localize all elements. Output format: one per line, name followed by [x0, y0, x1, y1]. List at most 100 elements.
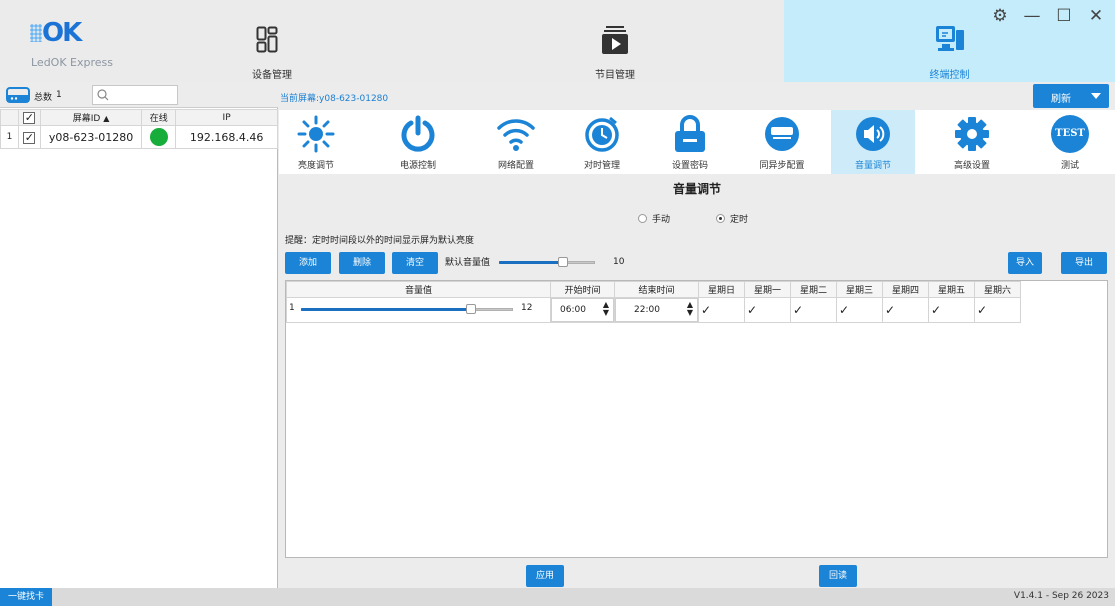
function-advanced[interactable]: 高级设置 [935, 110, 1009, 174]
row-checkbox[interactable]: ✓ [17, 125, 41, 149]
spin-arrows-icon: ▲ ▼ [602, 300, 609, 317]
day-checkbox-wed[interactable]: ✓ [836, 297, 883, 323]
delete-button[interactable]: 删除 [339, 252, 385, 274]
function-label: 设置密码 [671, 161, 708, 171]
tab-label: 节目管理 [595, 70, 635, 81]
function-label: 网络配置 [497, 161, 534, 171]
find-card-button[interactable]: 一键找卡 [0, 588, 52, 606]
import-button[interactable]: 导入 [1008, 252, 1042, 274]
day-checkbox-fri[interactable]: ✓ [928, 297, 975, 323]
close-button[interactable]: ✕ [1085, 4, 1107, 28]
function-toolbar: 亮度调节 电源控制 网络配置 对时管理 设置密码 同异步配置 音量调节 高级设置… [279, 110, 1115, 174]
column-header-online[interactable]: 在线 [141, 109, 177, 126]
day-checkbox-sun[interactable]: ✓ [698, 297, 745, 323]
password-lock-icon [675, 115, 705, 152]
function-power[interactable]: 电源控制 [381, 110, 455, 174]
program-management-icon [602, 26, 628, 54]
default-volume-slider[interactable] [499, 257, 595, 267]
volume-icon [856, 117, 890, 151]
search-icon [97, 89, 109, 101]
search-input[interactable] [92, 85, 178, 105]
function-label: 高级设置 [953, 161, 990, 171]
window-controls: ⚙ — ☐ ✕ [989, 4, 1107, 28]
table-row[interactable]: 1 12 06:00 ▲ ▼ 22:00 ▲ ▼ ✓ ✓ ✓ ✓ ✓ ✓ ✓ [286, 297, 1021, 323]
column-header-end: 结束时间 [614, 281, 699, 298]
end-time-spinbox[interactable]: 22:00 ▲ ▼ [614, 297, 699, 323]
tab-device-management[interactable]: 设备管理 [212, 0, 322, 82]
radio-manual[interactable]: 手动 [638, 212, 670, 225]
function-volume[interactable]: 音量调节 [831, 110, 915, 174]
app-name: LedOK Express [31, 56, 114, 69]
current-screen-bar: 当前屏幕:y08-623-01280 刷新 [279, 82, 1115, 110]
day-checkbox-thu[interactable]: ✓ [882, 297, 929, 323]
sync-async-icon [765, 117, 799, 151]
row-volume-slider[interactable] [301, 304, 513, 314]
function-sync-async[interactable]: 同异步配置 [745, 110, 819, 174]
function-label: 电源控制 [399, 161, 436, 171]
slider-handle[interactable] [466, 304, 476, 314]
table-row[interactable]: 1 ✓ y08-623-01280 192.168.4.46 [0, 125, 278, 149]
schedule-table-container: 音量值 开始时间 结束时间 星期日 星期一 星期二 星期三 星期四 星期五 星期… [285, 280, 1108, 558]
time-sync-icon [585, 116, 619, 152]
function-label: 测试 [1060, 161, 1079, 171]
status-bar [0, 588, 1115, 606]
panel-title: 音量调节 [672, 182, 721, 196]
select-all-checkbox[interactable]: ✓ [17, 109, 41, 126]
advanced-settings-icon [955, 117, 989, 151]
device-management-icon [256, 26, 278, 53]
day-checkbox-sat[interactable]: ✓ [974, 297, 1021, 323]
terminal-control-icon [935, 26, 964, 51]
brightness-icon [297, 115, 335, 153]
test-icon: TEST [1051, 115, 1089, 153]
default-volume-label: 默认音量值 [445, 258, 491, 268]
tab-program-management[interactable]: 节目管理 [560, 0, 670, 82]
settings-icon[interactable]: ⚙ [989, 4, 1011, 28]
readback-button[interactable]: 回读 [819, 565, 857, 587]
top-bar: OK LedOK Express 设备管理 节目管理 终端控制 ⚙ — ☐ ✕ [0, 0, 1115, 82]
version-label: V1.4.1 - Sep 26 2023 [1013, 591, 1109, 601]
column-header-sat: 星期六 [974, 281, 1021, 298]
schedule-table: 音量值 开始时间 结束时间 星期日 星期一 星期二 星期三 星期四 星期五 星期… [286, 281, 1021, 323]
screen-table: ✓ 屏幕ID ▲ 在线 IP 1 ✓ y08-623-01280 192.168… [0, 109, 278, 149]
function-label: 亮度调节 [297, 161, 334, 171]
online-status [141, 125, 177, 149]
column-header-thu: 星期四 [882, 281, 929, 298]
radio-timed[interactable]: 定时 [716, 212, 748, 225]
total-count: 1 [56, 90, 62, 100]
online-indicator [149, 128, 168, 146]
column-header-sun: 星期日 [698, 281, 745, 298]
function-brightness[interactable]: 亮度调节 [279, 110, 353, 174]
function-password[interactable]: 设置密码 [653, 110, 727, 174]
day-checkbox-mon[interactable]: ✓ [744, 297, 791, 323]
chevron-down-icon[interactable] [1091, 93, 1101, 99]
column-header-ip[interactable]: IP [175, 109, 278, 126]
clear-button[interactable]: 清空 [392, 252, 438, 274]
export-button[interactable]: 导出 [1061, 252, 1107, 274]
slider-handle[interactable] [558, 257, 568, 267]
function-label: 同异步配置 [759, 161, 805, 171]
column-header-start: 开始时间 [550, 281, 615, 298]
ip-cell: 192.168.4.46 [175, 125, 278, 149]
minimize-button[interactable]: — [1021, 4, 1043, 28]
maximize-button[interactable]: ☐ [1053, 4, 1075, 28]
start-time-spinbox[interactable]: 06:00 ▲ ▼ [550, 297, 615, 323]
current-screen-label: 当前屏幕:y08-623-01280 [280, 94, 389, 104]
column-header-volume: 音量值 [286, 281, 551, 298]
function-network[interactable]: 网络配置 [479, 110, 553, 174]
column-header-wed: 星期三 [836, 281, 883, 298]
day-checkbox-tue[interactable]: ✓ [790, 297, 837, 323]
function-test[interactable]: TEST 测试 [1033, 110, 1107, 174]
apply-button[interactable]: 应用 [526, 565, 564, 587]
column-header-mon: 星期一 [744, 281, 791, 298]
tab-label: 设备管理 [252, 70, 292, 81]
screen-id-cell: y08-623-01280 [39, 125, 143, 149]
column-header-screen-id[interactable]: 屏幕ID ▲ [39, 109, 143, 126]
add-button[interactable]: 添加 [285, 252, 331, 274]
row-volume-value: 12 [521, 303, 533, 313]
total-label: 总数 [34, 93, 53, 103]
refresh-button[interactable]: 刷新 [1033, 84, 1109, 108]
volume-panel: 音量调节 手动 定时 提醒：定时时间段以外的时间显示屏为默认亮度 添加 删除 清… [279, 174, 1115, 588]
row-number-header [0, 109, 19, 126]
function-time-sync[interactable]: 对时管理 [565, 110, 639, 174]
schedule-header: 音量值 开始时间 结束时间 星期日 星期一 星期二 星期三 星期四 星期五 星期… [286, 281, 1021, 298]
